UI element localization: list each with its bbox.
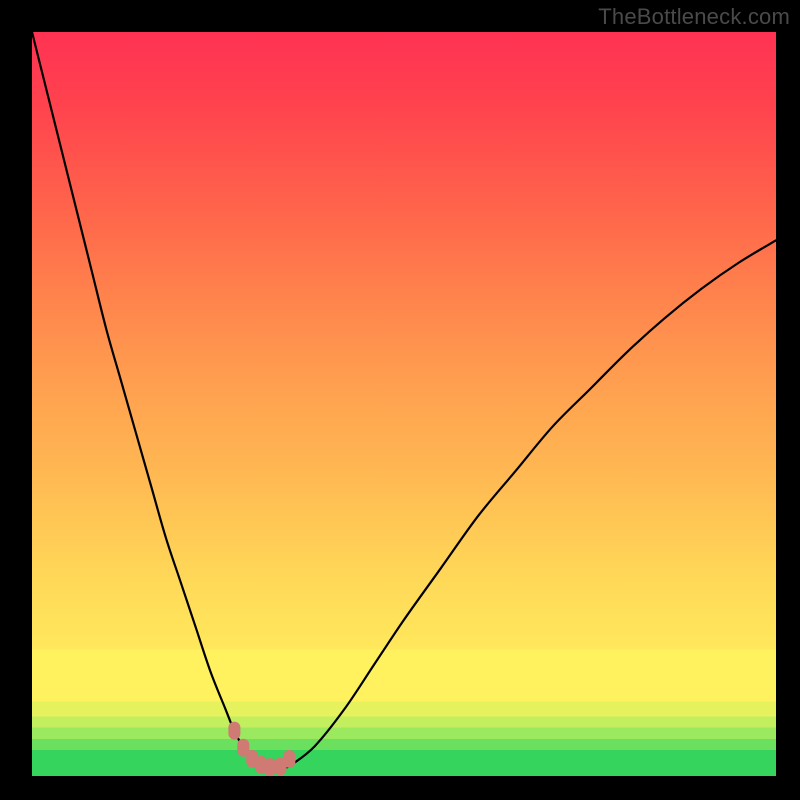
bottleneck-curve [32,32,776,769]
curve-bead [283,750,295,768]
attribution-label: TheBottleneck.com [598,4,790,30]
curve-beads [228,722,295,777]
plot-area [32,32,776,776]
outer-frame: TheBottleneck.com [0,0,800,800]
bottleneck-curve-svg [32,32,776,776]
curve-bead [228,722,240,740]
curve-bead [264,758,276,776]
